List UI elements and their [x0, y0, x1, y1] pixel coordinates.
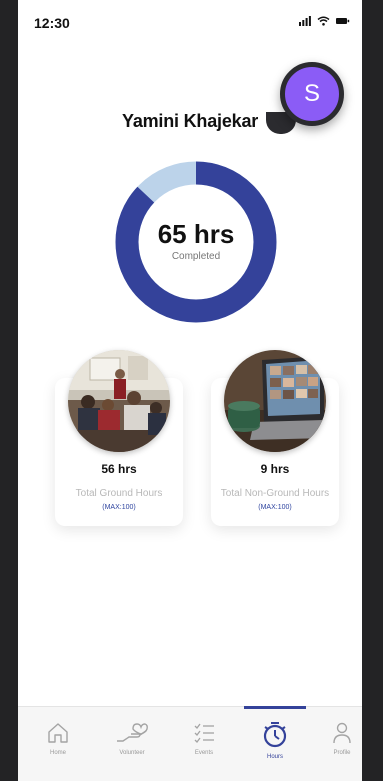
tab-hours-label: Hours	[266, 754, 283, 760]
wifi-icon	[317, 16, 330, 26]
ground-hours-card[interactable]: 56 hrs Total Ground Hours (MAX:100)	[55, 350, 183, 526]
total-hours-label: Completed	[171, 250, 221, 262]
hours-donut-chart: 65 hrs Completed	[115, 161, 277, 323]
tab-home-label: Home	[49, 750, 66, 756]
ground-hours-value: 56 hrs	[101, 462, 137, 476]
total-hours-value: 65 hrs	[157, 218, 235, 249]
status-time: 12:30	[34, 15, 70, 31]
tab-volunteer-label: Volunteer	[119, 750, 145, 756]
home-icon	[48, 723, 68, 743]
non-ground-hours-photo	[224, 350, 326, 452]
tab-home[interactable]: Home	[32, 707, 84, 781]
phone-screen: 12:30 S Yamini Khajekar 65 hrs Completed…	[18, 0, 362, 781]
bottom-tab-bar: Home Volunteer Events Hours Profile	[18, 706, 362, 781]
non-ground-hours-max: (MAX:100)	[258, 504, 292, 511]
tab-events[interactable]: Events	[178, 707, 230, 781]
non-ground-hours-label: Total Non-Ground Hours	[220, 488, 330, 499]
tab-events-label: Events	[194, 750, 214, 756]
ground-hours-photo	[68, 350, 170, 452]
volunteer-hand-icon	[117, 723, 148, 742]
avatar-initial: S	[303, 80, 320, 107]
ground-hours-max: (MAX:100)	[102, 504, 136, 511]
non-ground-hours-card[interactable]: 9 hrs Total Non-Ground Hours (MAX:100)	[211, 350, 339, 526]
tab-hours[interactable]: Hours	[249, 707, 301, 781]
avatar[interactable]: S	[280, 62, 344, 126]
checklist-icon	[194, 723, 214, 743]
ground-hours-label: Total Ground Hours	[75, 488, 163, 499]
status-bar: 12:30	[18, 0, 362, 44]
stopwatch-icon	[263, 722, 287, 748]
tab-profile-label: Profile	[333, 750, 351, 756]
signal-icon	[299, 16, 311, 26]
user-name: Yamini Khajekar	[122, 111, 259, 131]
tab-profile[interactable]: Profile	[316, 707, 362, 781]
person-icon	[333, 722, 351, 744]
non-ground-hours-value: 9 hrs	[260, 462, 290, 476]
tab-active-indicator	[244, 706, 306, 709]
battery-icon	[336, 18, 350, 24]
status-icons	[299, 16, 350, 26]
donut-center: 65 hrs Completed	[115, 161, 277, 323]
tab-volunteer[interactable]: Volunteer	[106, 707, 158, 781]
